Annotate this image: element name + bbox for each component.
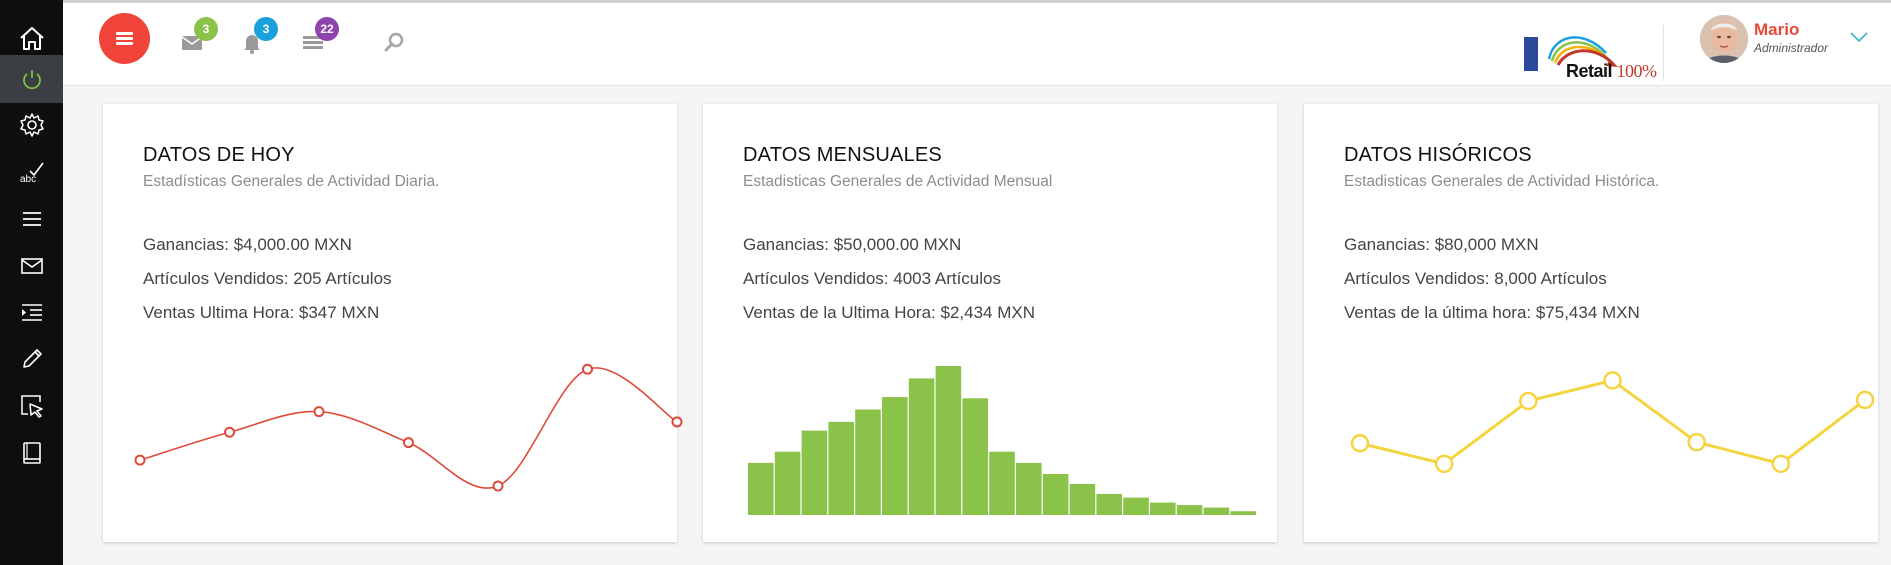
sidebar-item-indent[interactable] — [0, 288, 63, 336]
card-subtitle: Estadisticas Generales de Actividad Mens… — [743, 173, 1053, 190]
daily-line-chart — [134, 363, 683, 492]
data-point — [1687, 432, 1706, 452]
bar — [855, 409, 881, 515]
stat-last-hour-sales: Ventas Ultima Hora: $347 MXN — [143, 303, 380, 322]
power-icon — [22, 70, 41, 90]
avatar[interactable] — [1700, 15, 1748, 63]
card-title: DATOS MENSUALES — [743, 144, 942, 166]
messages-badge: 3 — [194, 17, 218, 41]
bar — [908, 378, 935, 515]
stat-items-sold: Artículos Vendidos: 8,000 Artículos — [1344, 269, 1607, 288]
card-monthly: DATOS MENSUALES Estadisticas Generales d… — [703, 104, 1277, 542]
logo-word: Retail — [1566, 61, 1613, 81]
data-point — [1603, 371, 1622, 390]
bar — [962, 398, 988, 515]
bar — [1016, 462, 1042, 515]
mail-icon — [20, 258, 43, 274]
stat-earnings: Ganancias: $80,000 MXN — [1344, 235, 1539, 254]
logo-text: Retail 100% — [1566, 61, 1657, 82]
data-point — [134, 454, 146, 466]
bar — [1176, 505, 1203, 515]
menu-toggle-button[interactable] — [99, 13, 150, 64]
sidebar-item-settings[interactable] — [0, 101, 63, 149]
card-subtitle: Estadisticas Generales de Actividad Hist… — [1344, 173, 1660, 190]
bar — [989, 451, 1015, 515]
bar — [801, 430, 828, 515]
sidebar-item-spellcheck[interactable]: abc — [0, 148, 63, 196]
stat-items-sold: Artículos Vendidos: 205 Artículos — [143, 269, 392, 288]
stat-last-hour-sales: Ventas de la Ultima Hora: $2,434 MXN — [743, 303, 1035, 322]
home-icon — [19, 27, 44, 50]
topbar: 3 3 22 Retail 100% Mario Administrador — [63, 0, 1891, 86]
sidebar-item-book[interactable] — [0, 429, 63, 477]
bar — [882, 397, 908, 515]
stat-earnings: Ganancias: $50,000.00 MXN — [743, 235, 962, 254]
historic-line-chart — [1350, 371, 1875, 474]
messages-button[interactable]: 3 — [179, 17, 218, 55]
hamburger-icon — [116, 32, 133, 45]
bar — [1042, 474, 1069, 515]
bar — [774, 451, 801, 515]
logo-percent: 100% — [1616, 61, 1658, 81]
bar — [1096, 493, 1122, 515]
bar — [1069, 483, 1096, 515]
data-point — [1771, 454, 1791, 474]
gear-icon — [19, 113, 44, 137]
sidebar-item-list[interactable] — [0, 195, 63, 243]
pencil-icon — [22, 349, 42, 368]
data-point — [1855, 390, 1875, 410]
search-icon — [384, 32, 404, 52]
data-point — [1434, 454, 1454, 474]
sidebar-item-power[interactable] — [0, 55, 63, 103]
user-role: Administrador — [1754, 41, 1829, 55]
card-title: DATOS HISÓRICOS — [1344, 144, 1532, 166]
data-point — [403, 437, 414, 449]
logo-bar — [1524, 37, 1538, 71]
stat-last-hour-sales: Ventas de la última hora: $75,434 MXN — [1344, 303, 1640, 322]
sidebar-item-mail[interactable] — [0, 242, 63, 290]
user-name[interactable]: Mario — [1754, 20, 1799, 40]
list-indent-icon — [21, 304, 42, 321]
card-subtitle: Estadísticas Generales de Actividad Diar… — [143, 173, 440, 190]
data-point — [224, 426, 235, 438]
card-today: DATOS DE HOY Estadísticas Generales de A… — [103, 104, 683, 542]
cursor-select-icon — [20, 395, 43, 418]
retail-logo: Retail 100% — [1524, 27, 1664, 85]
spellcheck-icon: abc — [20, 162, 44, 185]
data-point — [313, 406, 325, 418]
menu-lines-icon — [22, 212, 41, 226]
sidebar-item-edit[interactable] — [0, 335, 63, 383]
bar — [828, 421, 854, 515]
notifications-badge: 3 — [254, 17, 278, 41]
data-point — [671, 416, 683, 428]
data-point — [492, 480, 504, 492]
bar — [1150, 502, 1176, 515]
book-icon — [22, 442, 41, 464]
monthly-bar-chart — [748, 366, 1256, 515]
data-point — [1350, 434, 1370, 453]
search-button[interactable] — [381, 29, 407, 55]
notifications-button[interactable]: 3 — [239, 17, 278, 55]
bar — [1230, 511, 1256, 515]
series-line — [139, 367, 678, 489]
tasks-button[interactable]: 22 — [300, 17, 339, 55]
sidebar: abc — [0, 0, 63, 565]
chevron-down-icon[interactable] — [1848, 29, 1870, 45]
data-point — [1519, 391, 1538, 411]
user-photo — [1700, 15, 1748, 63]
stat-earnings: Ganancias: $4,000.00 MXN — [143, 235, 352, 254]
series-line — [1359, 378, 1866, 466]
bar — [935, 366, 962, 515]
tasks-badge: 22 — [315, 17, 339, 41]
card-title: DATOS DE HOY — [143, 144, 295, 166]
bar — [1123, 497, 1149, 515]
data-point — [582, 363, 593, 375]
topbar-divider — [1663, 25, 1664, 81]
card-historic: DATOS HISÓRICOS Estadisticas Generales d… — [1304, 104, 1878, 542]
sidebar-item-select[interactable] — [0, 382, 63, 430]
bar — [1203, 507, 1230, 515]
stat-items-sold: Artículos Vendidos: 4003 Artículos — [743, 269, 1001, 288]
bar — [748, 462, 774, 515]
